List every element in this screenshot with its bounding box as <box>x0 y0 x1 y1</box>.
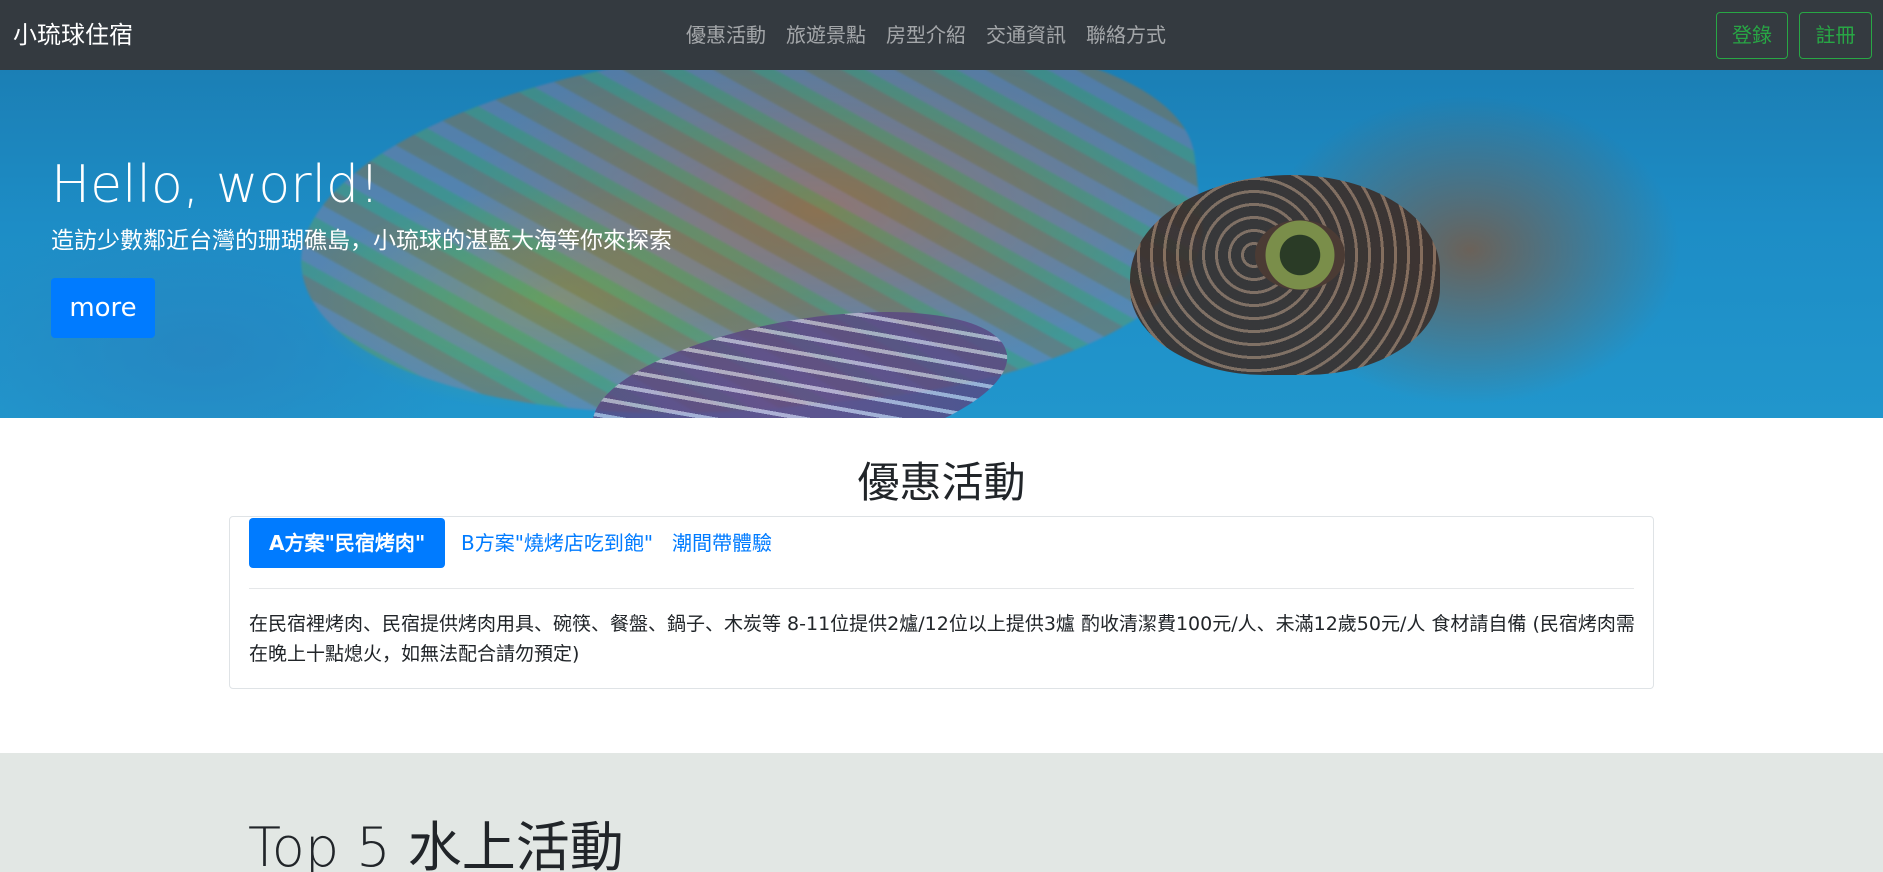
promotions-card: A方案"民宿烤肉" B方案"燒烤店吃到飽" 潮間帶體驗 在民宿裡烤肉、民宿提供烤… <box>229 516 1654 689</box>
brand-logo[interactable]: 小琉球住宿 <box>13 20 133 50</box>
card-divider <box>249 588 1634 589</box>
hero-more-button[interactable]: more <box>51 278 155 338</box>
login-button[interactable]: 登錄 <box>1716 12 1788 59</box>
hero-title: Hello, world! <box>51 155 380 215</box>
tab-plan-b[interactable]: B方案"燒烤店吃到飽" <box>441 518 673 568</box>
promotion-description: 在民宿裡烤肉、民宿提供烤肉用具、碗筷、餐盤、鍋子、木炭等 8-11位提供2爐/1… <box>249 613 1635 665</box>
tab-plan-a[interactable]: A方案"民宿烤肉" <box>249 518 446 568</box>
nav-link-transport[interactable]: 交通資訊 <box>976 20 1076 50</box>
nav-link-attractions[interactable]: 旅遊景點 <box>776 20 876 50</box>
nav-link-contact[interactable]: 聯絡方式 <box>1076 20 1176 50</box>
hero-turtle-eye <box>1255 220 1345 290</box>
activities-title: Top 5 水上活動 <box>248 816 624 872</box>
activities-section: Top 5 水上活動 <box>0 753 1883 872</box>
hero-subtitle: 造訪少數鄰近台灣的珊瑚礁島，小琉球的湛藍大海等你來探索 <box>51 228 672 254</box>
tab-tidal-experience[interactable]: 潮間帶體驗 <box>652 518 792 568</box>
top-navbar: 小琉球住宿 優惠活動 旅遊景點 房型介紹 交通資訊 聯絡方式 登錄 註冊 <box>0 0 1883 70</box>
nav-link-rooms[interactable]: 房型介紹 <box>876 20 976 50</box>
promotions-title: 優惠活動 <box>857 458 1026 507</box>
register-button[interactable]: 註冊 <box>1799 12 1872 59</box>
nav-link-promotions[interactable]: 優惠活動 <box>686 20 776 50</box>
nav-links: 優惠活動 旅遊景點 房型介紹 交通資訊 聯絡方式 <box>686 20 1176 50</box>
